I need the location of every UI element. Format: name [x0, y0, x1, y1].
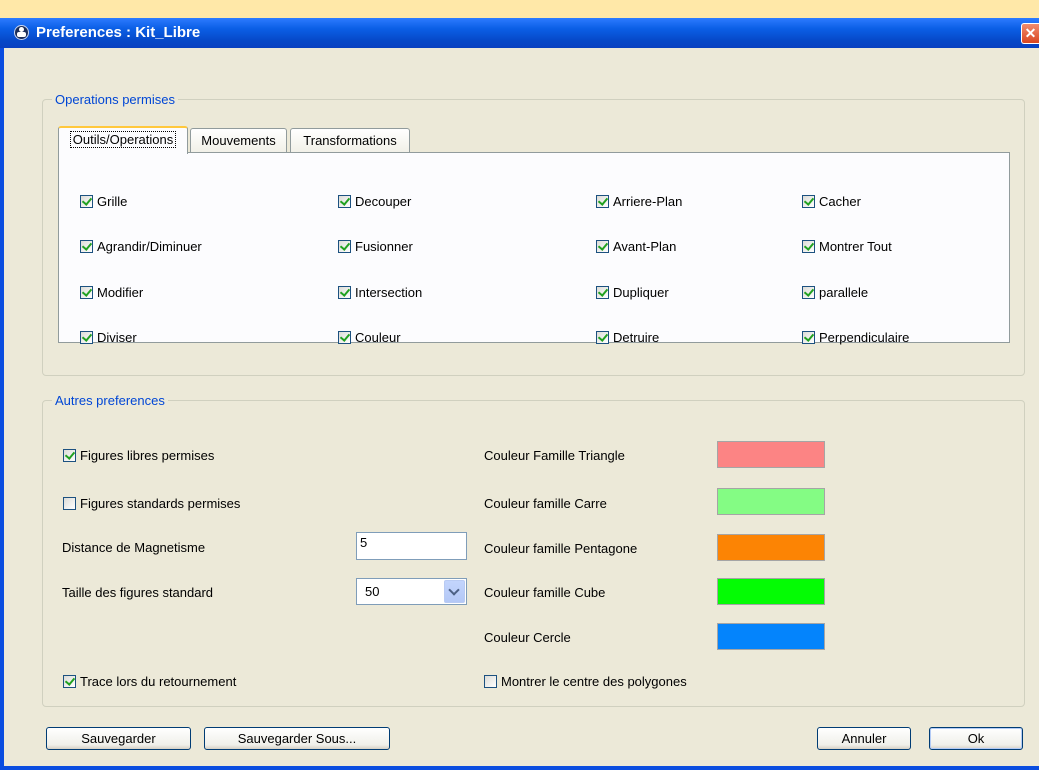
checkbox-agrandir-diminuer[interactable]: Agrandir/Diminuer: [80, 237, 202, 255]
checkbox-icon[interactable]: [63, 496, 76, 510]
close-icon: ✕: [1024, 25, 1037, 41]
checkbox-icon[interactable]: [484, 674, 497, 688]
color-label-pentagone: Couleur famille Pentagone: [484, 541, 638, 556]
checkbox-icon[interactable]: [80, 285, 93, 299]
operations-group-legend: Operations permises: [52, 92, 178, 107]
taille-label: Taille des figures standard: [62, 585, 214, 600]
save-as-button[interactable]: Sauvegarder Sous...: [204, 727, 390, 750]
app-icon: [14, 25, 29, 40]
taille-select-value: 50: [365, 584, 380, 599]
checkbox-dupliquer[interactable]: Dupliquer: [596, 283, 669, 301]
checkbox-parallele[interactable]: parallele: [802, 283, 868, 301]
checkbox-icon[interactable]: [80, 239, 93, 253]
checkbox-figures-libres[interactable]: Figures libres permises: [63, 446, 214, 464]
checkbox-montrer-centre[interactable]: Montrer le centre des polygones: [484, 672, 687, 690]
checkbox-icon[interactable]: [802, 330, 815, 344]
checkbox-intersection[interactable]: Intersection: [338, 283, 422, 301]
dialog-client-area: Operations permises Outils/Operations Mo…: [4, 48, 1039, 766]
color-swatch-cube[interactable]: [717, 578, 825, 605]
color-label-cube: Couleur famille Cube: [484, 585, 606, 600]
color-swatch-pentagone[interactable]: [717, 534, 825, 561]
checkbox-arriere-plan[interactable]: Arriere-Plan: [596, 192, 682, 210]
taille-select[interactable]: 50: [356, 578, 467, 605]
checkbox-icon[interactable]: [802, 285, 815, 299]
checkbox-icon[interactable]: [596, 239, 609, 253]
checkbox-icon[interactable]: [596, 285, 609, 299]
checkbox-cacher[interactable]: Cacher: [802, 192, 861, 210]
color-swatch-triangle[interactable]: [717, 441, 825, 468]
color-label-triangle: Couleur Famille Triangle: [484, 448, 625, 463]
color-swatch-cercle[interactable]: [717, 623, 825, 650]
checkbox-couleur[interactable]: Couleur: [338, 328, 401, 346]
checkbox-fusionner[interactable]: Fusionner: [338, 237, 413, 255]
checkbox-grille[interactable]: Grille: [80, 192, 127, 210]
checkbox-figures-standards[interactable]: Figures standards permises: [63, 494, 240, 512]
distance-label: Distance de Magnetisme: [62, 540, 206, 555]
checkbox-icon[interactable]: [338, 194, 351, 208]
checkbox-icon[interactable]: [80, 330, 93, 344]
autres-preferences-legend: Autres preferences: [52, 393, 168, 408]
save-button[interactable]: Sauvegarder: [46, 727, 191, 750]
preferences-window: Preferences : Kit_Libre ✕ Operations per…: [0, 18, 1039, 770]
color-label-cercle: Couleur Cercle: [484, 630, 571, 645]
color-swatch-carre[interactable]: [717, 488, 825, 515]
checkbox-trace-retournement[interactable]: Trace lors du retournement: [63, 672, 236, 690]
tab-transformations[interactable]: Transformations: [290, 128, 410, 154]
distance-input[interactable]: 5: [356, 532, 467, 560]
checkbox-icon[interactable]: [338, 239, 351, 253]
checkbox-montrer-tout[interactable]: Montrer Tout: [802, 237, 892, 255]
tab-mouvements[interactable]: Mouvements: [190, 128, 287, 154]
checkbox-icon[interactable]: [338, 330, 351, 344]
window-title: Preferences : Kit_Libre: [36, 24, 201, 41]
color-label-carre: Couleur famille Carre: [484, 496, 607, 511]
checkbox-icon[interactable]: [596, 330, 609, 344]
checkbox-icon[interactable]: [802, 239, 815, 253]
chevron-down-icon[interactable]: [444, 580, 465, 603]
title-bar[interactable]: Preferences : Kit_Libre ✕: [0, 18, 1039, 48]
checkbox-icon[interactable]: [80, 194, 93, 208]
close-button[interactable]: ✕: [1021, 23, 1039, 44]
checkbox-perpendiculaire[interactable]: Perpendiculaire: [802, 328, 909, 346]
checkbox-icon[interactable]: [338, 285, 351, 299]
checkbox-modifier[interactable]: Modifier: [80, 283, 143, 301]
checkbox-detruire[interactable]: Detruire: [596, 328, 659, 346]
ok-button[interactable]: Ok: [929, 727, 1023, 750]
checkbox-icon[interactable]: [802, 194, 815, 208]
checkbox-diviser[interactable]: Diviser: [80, 328, 137, 346]
checkbox-icon[interactable]: [63, 674, 76, 688]
checkbox-icon[interactable]: [596, 194, 609, 208]
checkbox-icon[interactable]: [63, 448, 76, 462]
cancel-button[interactable]: Annuler: [817, 727, 911, 750]
checkbox-decouper[interactable]: Decouper: [338, 192, 411, 210]
checkbox-avant-plan[interactable]: Avant-Plan: [596, 237, 676, 255]
tab-outils-operations[interactable]: Outils/Operations: [58, 126, 188, 154]
